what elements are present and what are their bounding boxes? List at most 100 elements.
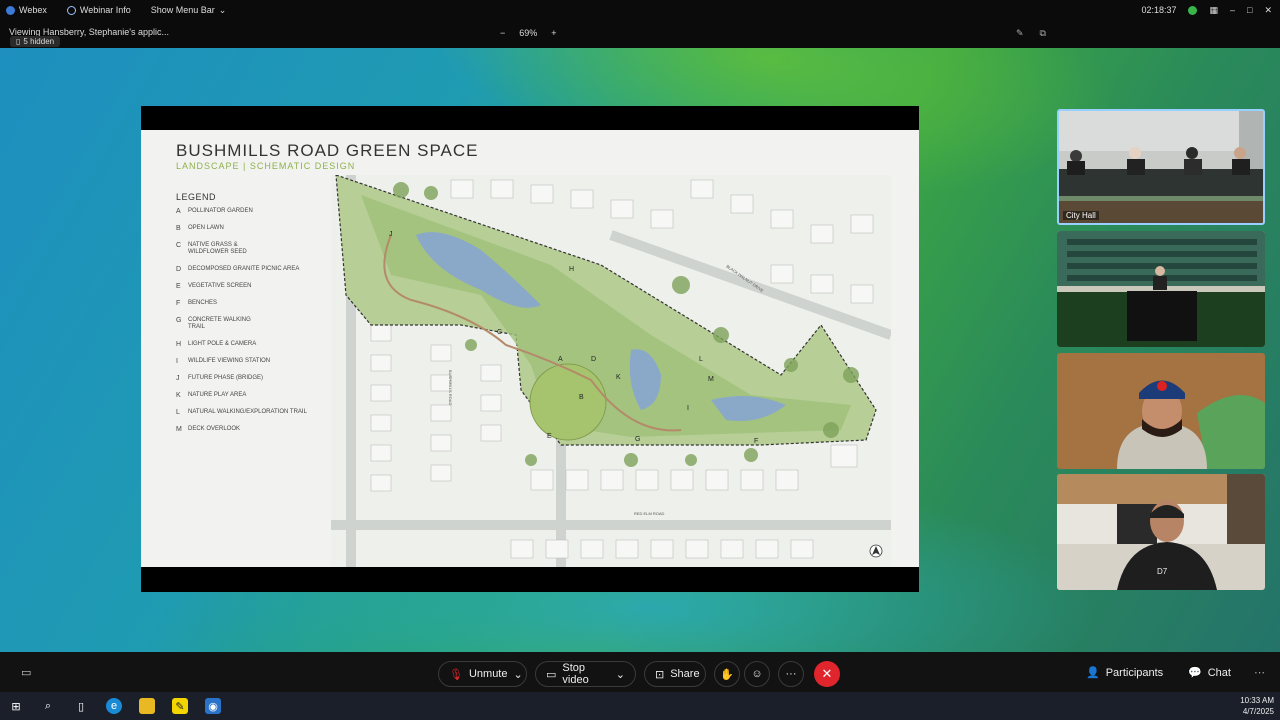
participants-button[interactable]: 👤 Participants <box>1086 666 1164 680</box>
webinar-info-label: Webinar Info <box>79 5 131 15</box>
clock-date: 4/7/2025 <box>1242 707 1274 716</box>
webex-menu[interactable]: Webex <box>6 5 47 15</box>
sticky-notes-icon[interactable]: ✎ <box>172 698 188 714</box>
stop-video-button[interactable]: ▭ Stop video ⌄ <box>535 661 636 687</box>
legend-key: C <box>176 242 182 249</box>
legend-item: E Vegetative Screen <box>176 283 326 290</box>
legend-text: Native Grass & Wildflower Seed <box>188 242 247 255</box>
unmute-label: Unmute <box>468 668 508 680</box>
legend-item: I Wildlife Viewing Station <box>176 358 326 365</box>
clock-time: 10:33 AM <box>1240 696 1274 705</box>
svg-text:E: E <box>547 433 552 440</box>
legend-text: Benches <box>188 300 218 306</box>
chevron-down-icon[interactable]: ⌄ <box>616 668 625 681</box>
popout-icon[interactable]: ⧉ <box>1040 28 1046 39</box>
stop-video-label: Stop video <box>562 662 589 686</box>
svg-text:M: M <box>708 376 714 383</box>
raise-hand-button[interactable]: ✋ <box>714 661 740 687</box>
chat-icon: 💬 <box>1188 667 1202 679</box>
show-menu-bar-toggle[interactable]: Show Menu Bar ⌄ <box>151 5 227 16</box>
presentation-slide: BUSHMILLS ROAD GREEN SPACE LANDSCAPE | S… <box>141 130 919 567</box>
legend-text: Nature Play Area <box>188 392 247 398</box>
grid-icon[interactable]: ▦ <box>1209 5 1218 16</box>
legend-text: Vegetative Screen <box>188 283 252 289</box>
red-elm-road-label: RED ELM ROAD <box>634 511 665 516</box>
legend-text: Future Phase (Bridge) <box>188 375 264 381</box>
svg-text:L: L <box>699 356 703 363</box>
legend-key: F <box>176 300 181 307</box>
podium-video <box>1057 231 1265 347</box>
video-tile-city-hall[interactable]: City Hall <box>1057 109 1265 225</box>
share-icon: ⊡ <box>655 668 665 681</box>
legend-key: G <box>176 317 182 324</box>
share-button[interactable]: ⊡ Share <box>644 661 706 687</box>
legend-key: L <box>176 409 180 416</box>
chevron-down-icon: ⌄ <box>218 4 227 15</box>
chat-button[interactable]: 💬 Chat <box>1188 666 1231 680</box>
legend-key: J <box>176 375 180 382</box>
site-plan-map: JHC A DK BE G LMI F BUSHMILLS ROAD BLACK W… <box>331 175 891 567</box>
legend-key: H <box>176 341 182 348</box>
chevron-down-icon[interactable]: ⌄ <box>514 668 523 681</box>
legend-item: G Concrete Walking Trail <box>176 317 326 331</box>
reactions-button[interactable]: ☺ <box>744 661 770 687</box>
video-tile-remote-1[interactable] <box>1057 353 1265 469</box>
edge-browser-icon[interactable]: e <box>106 698 122 714</box>
shared-content: BUSHMILLS ROAD GREEN SPACE LANDSCAPE | S… <box>141 106 919 592</box>
legend-text: Deck Overlook <box>188 426 241 432</box>
svg-text:H: H <box>569 266 574 273</box>
legend-text: Natural Walking/Exploration Trail <box>188 409 307 415</box>
annotate-icon[interactable]: ✎ <box>1016 28 1024 39</box>
windows-start-icon[interactable]: ⊞ <box>8 698 24 714</box>
maximize-button[interactable]: □ <box>1247 5 1252 15</box>
legend-key: A <box>176 208 181 215</box>
legend-text: Open Lawn <box>188 225 224 231</box>
more-panels-icon[interactable]: ⋯ <box>1254 666 1265 679</box>
legend-key: E <box>176 283 181 290</box>
raise-hand-icon: ✋ <box>720 668 734 681</box>
leave-meeting-button[interactable]: ✕ <box>814 661 840 687</box>
connection-status-icon <box>1188 5 1198 15</box>
hidden-count: 5 hidden <box>23 37 55 46</box>
file-explorer-icon[interactable] <box>139 698 155 714</box>
meeting-clock: 02:18:37 <box>1141 5 1177 15</box>
webex-taskbar-icon[interactable]: ◉ <box>205 698 221 714</box>
legend-text: Wildlife Viewing Station <box>188 358 271 364</box>
hidden-participants-chip[interactable]: ▯ 5 hidden <box>10 36 61 47</box>
legend-item: J Future Phase (Bridge) <box>176 375 326 382</box>
zoom-control: − 69% + <box>500 28 557 38</box>
camera-icon: ▭ <box>546 668 557 681</box>
minimize-button[interactable]: – <box>1230 5 1235 15</box>
svg-text:D7: D7 <box>1157 567 1168 576</box>
legend-item: H Light Pole & Camera <box>176 341 326 348</box>
remote-participant-video <box>1057 353 1265 469</box>
slide-title: BUSHMILLS ROAD GREEN SPACE <box>176 141 479 160</box>
legend-item: F Benches <box>176 300 326 307</box>
more-options-button[interactable]: ··· <box>778 661 804 687</box>
chat-label: Chat <box>1207 666 1231 679</box>
zoom-level: 69% <box>519 28 538 38</box>
search-icon[interactable]: ⌕ <box>40 698 56 714</box>
legend-key: D <box>176 266 182 273</box>
meeting-stage: BUSHMILLS ROAD GREEN SPACE LANDSCAPE | S… <box>0 48 1280 652</box>
legend-item: K Nature Play Area <box>176 392 326 399</box>
legend-text: Decomposed Granite Picnic Area <box>188 266 300 272</box>
legend-item: L Natural Walking/Exploration Trail <box>176 409 326 416</box>
close-button[interactable]: ✕ <box>1264 5 1272 16</box>
participants-label: Participants <box>1105 666 1164 679</box>
svg-text:K: K <box>616 374 621 381</box>
legend-text: Concrete Walking Trail <box>188 317 251 330</box>
legend-item: B Open Lawn <box>176 225 326 232</box>
zoom-out-button[interactable]: − <box>500 28 505 38</box>
bushmills-road-label: BUSHMILLS ROAD <box>448 370 453 405</box>
title-bar: Webex Webinar Info Show Menu Bar ⌄ 02:18… <box>0 0 1280 20</box>
windows-taskbar: ⊞ ⌕ ▯ e ✎ ◉ 10:33 AM 4/7/2025 <box>0 692 1280 720</box>
unmute-button[interactable]: 🎙 Unmute ⌄ <box>438 661 527 687</box>
webinar-info-menu[interactable]: Webinar Info <box>66 5 131 15</box>
svg-text:G: G <box>635 436 640 443</box>
video-tile-podium[interactable] <box>1057 231 1265 347</box>
file-icon[interactable]: ▯ <box>73 698 89 714</box>
captions-icon[interactable]: ▭ <box>21 666 31 679</box>
zoom-in-button[interactable]: + <box>551 28 556 38</box>
video-tile-remote-2[interactable]: D7 <box>1057 474 1265 590</box>
